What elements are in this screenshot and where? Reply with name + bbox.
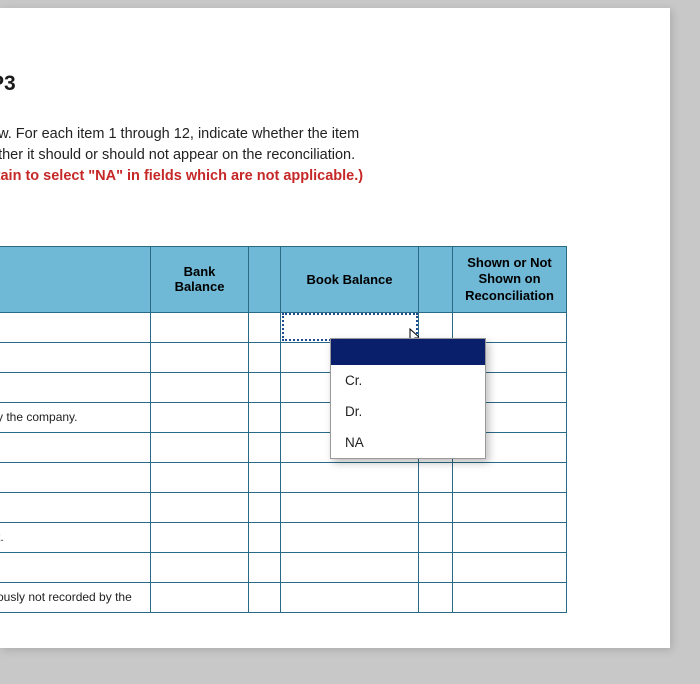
table-row: [0, 492, 567, 522]
cell-bank[interactable]: [151, 372, 249, 402]
cell-shown[interactable]: [453, 462, 567, 492]
row-description: [0, 372, 151, 402]
dropdown-option-dr[interactable]: Dr.: [331, 396, 485, 427]
dropdown-option-blank[interactable]: [331, 339, 485, 365]
row-description: y the company.: [0, 402, 151, 432]
dropdown-option-na[interactable]: NA: [331, 427, 485, 458]
cell-bank[interactable]: [151, 342, 249, 372]
instruction-line-2: ether it should or should not appear on …: [0, 147, 355, 163]
dropdown-option-cr[interactable]: Cr.: [331, 365, 485, 396]
col-head-description: [0, 247, 151, 313]
cell-book[interactable]: [281, 492, 419, 522]
col-head-shown: Shown or Not Shown on Reconciliation: [453, 247, 567, 313]
cell-bank[interactable]: [151, 402, 249, 432]
cell-bank-aux[interactable]: [249, 432, 281, 462]
col-head-book-balance: Book Balance: [281, 247, 419, 313]
page-heading: P3: [0, 8, 670, 96]
row-description: [0, 312, 151, 342]
instructions-block: ow. For each item 1 through 12, indicate…: [0, 96, 670, 187]
table-header-row: Bank Balance Book Balance Shown or Not S…: [0, 247, 567, 313]
cell-book-aux[interactable]: [419, 522, 453, 552]
row-description: [0, 552, 151, 582]
worksheet-page: P3 ow. For each item 1 through 12, indic…: [0, 8, 670, 648]
table-row: ously not recorded by the: [0, 582, 567, 612]
cell-bank[interactable]: [151, 552, 249, 582]
cell-bank-aux[interactable]: [249, 372, 281, 402]
col-head-book-aux: [419, 247, 453, 313]
cell-bank[interactable]: [151, 432, 249, 462]
cell-bank-aux[interactable]: [249, 312, 281, 342]
instruction-line-1: ow. For each item 1 through 12, indicate…: [0, 126, 359, 142]
cell-shown[interactable]: [453, 552, 567, 582]
instruction-line-3: rtain to select "NA" in fields which are…: [0, 168, 363, 184]
cell-book-aux[interactable]: [419, 552, 453, 582]
cell-bank-aux[interactable]: [249, 402, 281, 432]
cell-book[interactable]: [281, 462, 419, 492]
table-row: t.: [0, 522, 567, 552]
cell-shown[interactable]: [453, 582, 567, 612]
cell-bank[interactable]: [151, 312, 249, 342]
cell-shown[interactable]: [453, 522, 567, 552]
col-head-bank-balance: Bank Balance: [151, 247, 249, 313]
col-head-bank-aux: [249, 247, 281, 313]
cell-book-aux[interactable]: [419, 582, 453, 612]
cell-book-aux[interactable]: [419, 462, 453, 492]
table-row: [0, 552, 567, 582]
row-description: [0, 492, 151, 522]
cell-bank-aux[interactable]: [249, 522, 281, 552]
cell-book[interactable]: [281, 552, 419, 582]
row-description: [0, 462, 151, 492]
cell-bank[interactable]: [151, 522, 249, 552]
row-description: [0, 342, 151, 372]
cell-bank-aux[interactable]: [249, 582, 281, 612]
cell-book[interactable]: [281, 522, 419, 552]
cell-bank-aux[interactable]: [249, 492, 281, 522]
cell-book[interactable]: [281, 582, 419, 612]
cell-bank-aux[interactable]: [249, 462, 281, 492]
cell-bank[interactable]: [151, 462, 249, 492]
row-description: t.: [0, 522, 151, 552]
cell-bank-aux[interactable]: [249, 342, 281, 372]
cell-bank[interactable]: [151, 582, 249, 612]
cell-book-aux[interactable]: [419, 492, 453, 522]
dropdown-menu[interactable]: Cr. Dr. NA: [330, 338, 486, 459]
cell-bank-aux[interactable]: [249, 552, 281, 582]
cell-bank[interactable]: [151, 492, 249, 522]
table-row: [0, 462, 567, 492]
row-description: [0, 432, 151, 462]
cell-shown[interactable]: [453, 492, 567, 522]
row-description: ously not recorded by the: [0, 582, 151, 612]
